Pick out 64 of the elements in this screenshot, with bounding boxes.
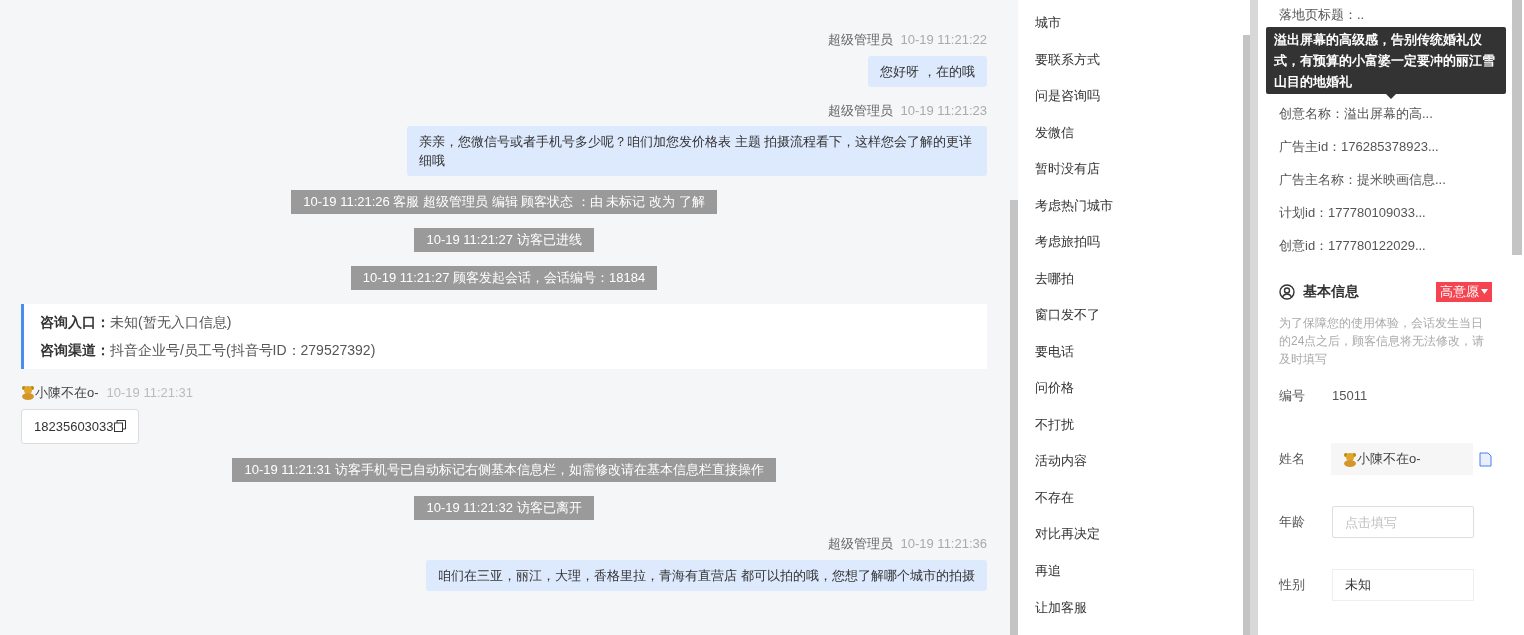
info-label: 咨询渠道： — [40, 341, 110, 360]
quick-reply-item[interactable]: 问是咨询吗 — [1035, 87, 1243, 124]
sender-name: 超级管理员 — [827, 31, 893, 49]
quick-reply-item[interactable]: 发微信 — [1035, 123, 1243, 161]
tooltip-arrow-icon — [1386, 94, 1396, 99]
system-notice: 10-19 11:21:32 访客已离开 — [414, 496, 594, 520]
scrollbar[interactable] — [1243, 35, 1250, 635]
quick-reply-item[interactable]: 窗口发不了 — [1035, 306, 1243, 343]
ad-info-row-text: 创意id：177780122029... — [1279, 237, 1427, 255]
sender-name: 小陳不在o- — [35, 384, 99, 402]
name-field[interactable]: 小陳不在o- — [1331, 443, 1473, 475]
quick-reply-item[interactable]: 要联系方式 — [1035, 50, 1243, 88]
scrollbar[interactable] — [1512, 0, 1522, 255]
quick-reply-item[interactable]: 要电话 — [1035, 342, 1243, 380]
notice-text: 为了保障您的使用体验，会话发生当日的24点之后，顾客信息将无法修改，请及时填写 — [1279, 315, 1486, 368]
message-time: 10-19 11:21:31 — [106, 384, 194, 402]
system-notice: 10-19 11:21:27 顾客发起会话，会话编号：18184 — [350, 266, 658, 290]
info-value: 抖音企业号/员工号(抖音号ID：279527392) — [110, 341, 376, 360]
message-time: 10-19 11:21:22 — [900, 31, 987, 49]
field-value: 15011 — [1332, 387, 1368, 406]
bear-icon — [1343, 451, 1357, 467]
user-icon — [1279, 283, 1295, 300]
message-time: 10-19 11:21:36 — [900, 535, 987, 553]
message-time: 10-19 11:21:23 — [900, 101, 987, 120]
message-bubble: 18235603033 — [21, 408, 139, 444]
sender-name: 超级管理员 — [827, 101, 893, 120]
quick-reply-item[interactable]: 不存在 — [1035, 488, 1243, 526]
quick-reply-item[interactable]: 再追 — [1035, 561, 1243, 599]
quick-reply-item[interactable]: 让加客服 — [1035, 598, 1243, 635]
quick-reply-item[interactable]: 城市 — [1035, 14, 1243, 51]
quick-reply-item[interactable]: 考虑旅拍吗 — [1035, 233, 1243, 270]
ad-info-row-text: 创意名称：溢出屏幕的高... — [1279, 105, 1434, 123]
input-field[interactable]: 点击填写 — [1332, 506, 1474, 538]
field-label: 编号 — [1279, 387, 1306, 406]
copy-icon[interactable] — [113, 420, 126, 433]
select-field[interactable]: 未知 — [1332, 569, 1474, 601]
ad-info-row-text: 广告主名称：提米映画信息... — [1279, 171, 1447, 189]
info-value: 未知(暂无入口信息) — [110, 313, 232, 332]
system-notice: 10-19 11:21:26 客服 超级管理员 编辑 顾客状态 ：由 未标记 改为 了解 — [291, 190, 717, 214]
quick-reply-item[interactable]: 去哪拍 — [1035, 269, 1243, 307]
quick-reply-item[interactable]: 暂时没有店 — [1035, 160, 1243, 197]
sender-name: 超级管理员 — [827, 535, 893, 553]
quick-reply-item[interactable]: 对比再决定 — [1035, 525, 1243, 562]
message-bubble: 咱们在三亚，丽江，大理，香格里拉，青海有直营店 都可以拍的哦，您想了解哪个城市的拍摄 — [426, 559, 987, 591]
message-bubble: 您好呀 ，在的哦 — [868, 55, 987, 87]
bear-icon — [21, 385, 35, 401]
system-notice: 10-19 11:21:31 访客手机号已自动标记右侧基本信息栏，如需修改请在基本信息栏直接操作 — [232, 458, 776, 482]
ad-info-row-text: 计划id：177780109033... — [1279, 204, 1427, 222]
field-label: 年龄 — [1279, 513, 1306, 532]
intent-tag[interactable]: 高意愿 — [1436, 281, 1492, 302]
field-label: 姓名 — [1279, 450, 1306, 469]
quick-reply-item[interactable]: 不打扰 — [1035, 415, 1243, 453]
quick-reply-item[interactable]: 考虑热门城市 — [1035, 196, 1243, 234]
section-title: 基本信息 — [1303, 282, 1359, 301]
system-notice: 10-19 11:21:27 访客已进线 — [414, 228, 594, 252]
ad-info-row-text: 落地页标题：.. — [1279, 6, 1366, 24]
scrollbar[interactable] — [1010, 200, 1018, 635]
info-label: 咨询入口： — [40, 313, 110, 332]
field-label: 性别 — [1279, 576, 1306, 595]
message-bubble: 亲亲，您微信号或者手机号多少呢？咱们加您发价格表 主题 拍摄流程看下，这样您会了解的更详细哦 — [407, 126, 987, 176]
ad-info-row-text: 广告主id：176285378923... — [1279, 138, 1440, 156]
quick-reply-item[interactable]: 活动内容 — [1035, 452, 1243, 489]
quick-reply-item[interactable]: 问价格 — [1035, 379, 1243, 416]
caret-icon — [1481, 289, 1488, 294]
